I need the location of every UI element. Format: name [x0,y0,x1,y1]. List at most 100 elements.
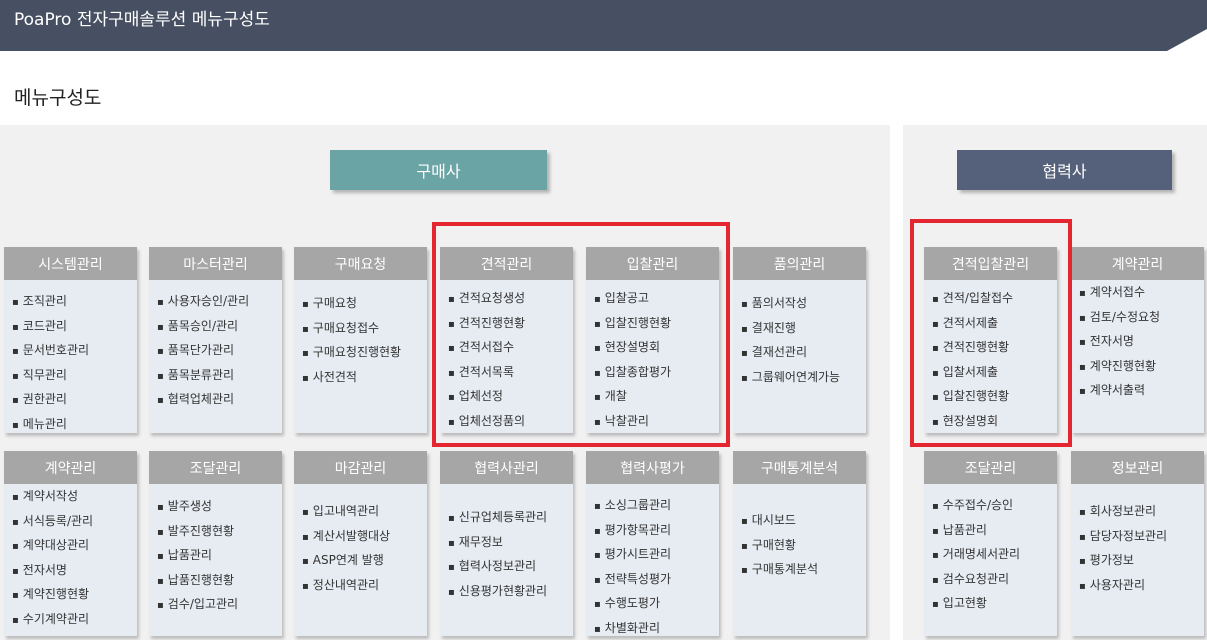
menu-card-11: 협력사평가소싱그룹관리평가항목관리평가시트관리전략특성평가수행도평가차별화관리 [586,451,719,636]
menu-item[interactable]: 입고현황 [932,592,1057,617]
menu-item[interactable]: 검수요청관리 [932,568,1057,593]
menu-card-6: 품의관리품의서작성결재진행결재선관리그룹웨어연계가능 [733,247,866,433]
menu-item[interactable]: 계약대상관리 [12,534,137,559]
menu-item-list: 신규업체등록관리재무정보협력사정보관리신용평가현황관리 [440,484,573,604]
menu-item[interactable]: 납품관리 [157,544,282,569]
menu-item[interactable]: 재무정보 [448,531,573,556]
menu-item[interactable]: 코드관리 [12,315,137,340]
menu-item[interactable]: 평가정보 [1079,549,1204,574]
menu-item[interactable]: 서식등록/관리 [12,510,137,535]
menu-item[interactable]: 전자서명 [1079,330,1204,355]
page-header-title: PoaPro 전자구매솔루션 메뉴구성도 [14,10,270,30]
menu-card-title[interactable]: 계약관리 [1071,247,1204,280]
menu-item[interactable]: 구매요청 [302,292,427,317]
menu-card-title[interactable]: 구매요청 [294,247,427,280]
menu-card-title[interactable]: 구매통계분석 [733,451,866,484]
menu-card-title[interactable]: 품의관리 [733,247,866,280]
menu-item-list: 계약서작성서식등록/관리계약대상관리전자서명계약진행현황수기계약관리 [4,484,137,632]
menu-item[interactable]: 협력업체관리 [157,388,282,413]
menu-item[interactable]: 전략특성평가 [594,568,719,593]
menu-item[interactable]: 계산서발행대상 [302,525,427,550]
menu-item[interactable]: 직무관리 [12,364,137,389]
menu-item[interactable]: 납품진행현황 [157,569,282,594]
menu-item[interactable]: 품의서작성 [741,292,866,317]
menu-card-title[interactable]: 계약관리 [4,451,137,484]
menu-item[interactable]: 수기계약관리 [12,608,137,633]
menu-item[interactable]: 결재선관리 [741,341,866,366]
menu-card-title[interactable]: 조달관리 [149,451,282,484]
menu-item[interactable]: 신용평가현황관리 [448,580,573,605]
menu-item[interactable]: 평가시트관리 [594,543,719,568]
menu-item[interactable]: 사용자관리 [1079,574,1204,599]
menu-item[interactable]: 결재진행 [741,317,866,342]
menu-card-8: 조달관리발주생성발주진행현황납품관리납품진행현황검수/입고관리 [149,451,282,636]
menu-card-10: 협력사관리신규업체등록관리재무정보협력사정보관리신용평가현황관리 [440,451,573,636]
menu-card-title[interactable]: 협력사관리 [440,451,573,484]
menu-card-1: 시스템관리조직관리코드관리문서번호관리직무관리권한관리메뉴관리 [4,247,137,433]
menu-card-14: 계약관리계약서접수검토/수정요청전자서명계약진행현황계약서출력 [1071,247,1204,433]
menu-card-title[interactable]: 마감관리 [294,451,427,484]
menu-item-list: 소싱그룹관리평가항목관리평가시트관리전략특성평가수행도평가차별화관리 [586,484,719,640]
menu-item[interactable]: 거래명세서관리 [932,543,1057,568]
menu-item[interactable]: 구매요청진행현황 [302,341,427,366]
menu-item[interactable]: 문서번호관리 [12,339,137,364]
menu-item[interactable]: 발주진행현황 [157,520,282,545]
menu-item[interactable]: 계약서작성 [12,485,137,510]
menu-item[interactable]: 담당자정보관리 [1079,525,1204,550]
menu-item[interactable]: 검수/입고관리 [157,593,282,618]
menu-card-9: 마감관리입고내역관리계산서발행대상ASP연계 발행정산내역관리 [294,451,427,636]
menu-card-title[interactable]: 정보관리 [1071,451,1204,484]
menu-item[interactable]: 구매요청접수 [302,317,427,342]
menu-item[interactable]: 계약진행현황 [12,583,137,608]
menu-item[interactable]: 대시보드 [741,509,866,534]
menu-card-title[interactable]: 마스터관리 [149,247,282,280]
menu-card-title[interactable]: 시스템관리 [4,247,137,280]
menu-item[interactable]: 계약진행현황 [1079,355,1204,380]
menu-item[interactable]: ASP연계 발행 [302,549,427,574]
menu-item[interactable]: 조직관리 [12,290,137,315]
menu-item[interactable]: 검토/수정요청 [1079,306,1204,331]
menu-item[interactable]: 메뉴관리 [12,413,137,438]
menu-card-7: 계약관리계약서작성서식등록/관리계약대상관리전자서명계약진행현황수기계약관리 [4,451,137,636]
menu-card-16: 정보관리회사정보관리담당자정보관리평가정보사용자관리 [1071,451,1204,636]
menu-item[interactable]: 구매통계분석 [741,558,866,583]
menu-item[interactable]: 품목승인/관리 [157,315,282,340]
menu-item[interactable]: 그룹웨어연계가능 [741,366,866,391]
menu-item[interactable]: 품목분류관리 [157,364,282,389]
header-corner-decoration [1167,29,1207,51]
menu-card-title[interactable]: 조달관리 [924,451,1057,484]
menu-item[interactable]: 수주접수/승인 [932,494,1057,519]
menu-item-list: 계약서접수검토/수정요청전자서명계약진행현황계약서출력 [1071,280,1204,404]
menu-item[interactable]: 사전견적 [302,366,427,391]
partner-role-button[interactable]: 협력사 [957,150,1172,190]
menu-card-15: 조달관리수주접수/승인납품관리거래명세서관리검수요청관리입고현황 [924,451,1057,636]
menu-item[interactable]: 발주생성 [157,495,282,520]
menu-item[interactable]: 신규업체등록관리 [448,506,573,531]
highlight-box-partner-quote-bid [910,219,1072,447]
menu-item[interactable]: 수행도평가 [594,592,719,617]
menu-item[interactable]: 품목단가관리 [157,339,282,364]
menu-item[interactable]: 회사정보관리 [1079,500,1204,525]
menu-card-title[interactable]: 협력사평가 [586,451,719,484]
menu-item[interactable]: 계약서출력 [1079,379,1204,404]
menu-item-list: 조직관리코드관리문서번호관리직무관리권한관리메뉴관리 [4,280,137,437]
menu-item-list: 구매요청구매요청접수구매요청진행현황사전견적 [294,280,427,390]
menu-item[interactable]: 입고내역관리 [302,500,427,525]
header-bar: PoaPro 전자구매솔루션 메뉴구성도 [0,0,1207,51]
menu-item[interactable]: 협력사정보관리 [448,555,573,580]
menu-item[interactable]: 소싱그룹관리 [594,494,719,519]
highlight-box-quote-bid [432,222,730,447]
menu-item[interactable]: 권한관리 [12,388,137,413]
menu-item[interactable]: 구매현황 [741,534,866,559]
menu-item[interactable]: 사용자승인/관리 [157,290,282,315]
menu-item[interactable]: 차별화관리 [594,617,719,640]
menu-item[interactable]: 정산내역관리 [302,574,427,599]
buyer-role-button[interactable]: 구매사 [330,150,547,190]
menu-item[interactable]: 납품관리 [932,519,1057,544]
menu-item[interactable]: 평가항목관리 [594,519,719,544]
menu-item-list: 사용자승인/관리품목승인/관리품목단가관리품목분류관리협력업체관리 [149,280,282,413]
menu-item[interactable]: 계약서접수 [1079,281,1204,306]
menu-item-list: 발주생성발주진행현황납품관리납품진행현황검수/입고관리 [149,484,282,618]
menu-item[interactable]: 전자서명 [12,559,137,584]
menu-item-list: 수주접수/승인납품관리거래명세서관리검수요청관리입고현황 [924,484,1057,617]
